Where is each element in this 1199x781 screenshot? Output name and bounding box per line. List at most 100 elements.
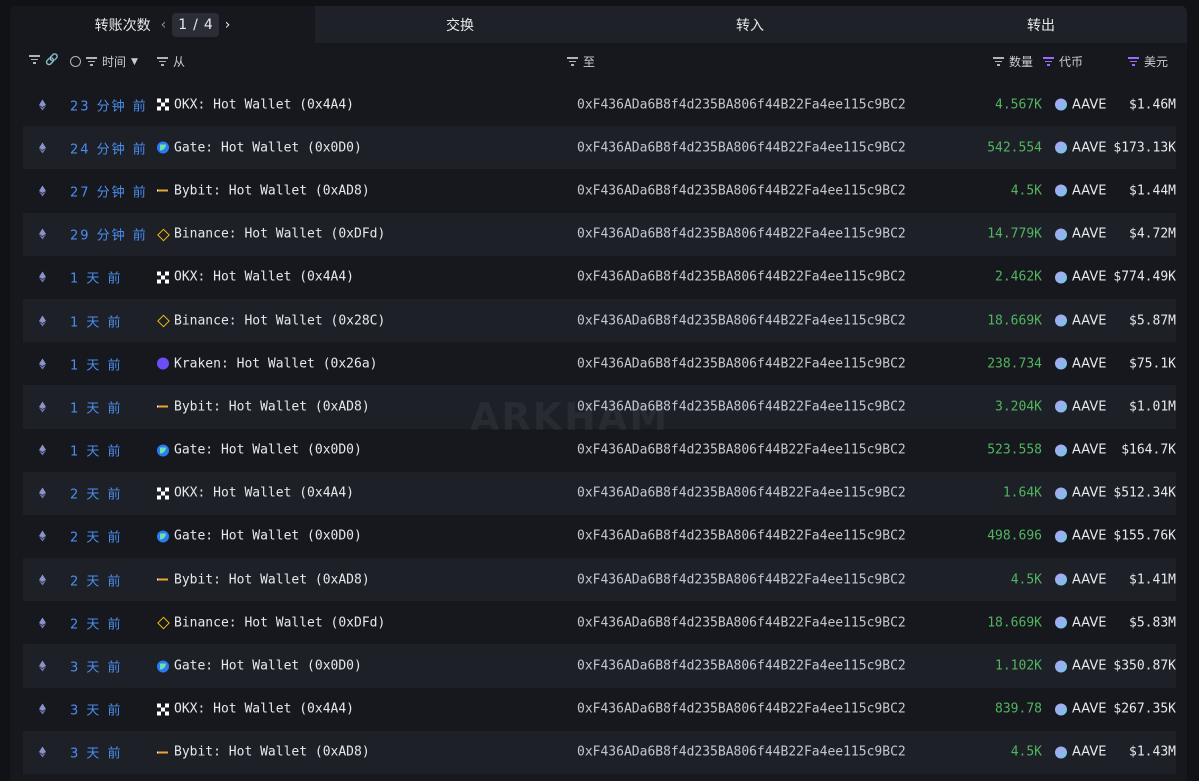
table-row[interactable]: 2 天 前 OKX: Hot Wallet (0x4A4) 0xF436ADa6… bbox=[23, 471, 1176, 515]
okx-icon bbox=[157, 98, 169, 111]
to-address[interactable]: 0xF436ADa6B8f4d235BA806f44B22Fa4ee115c9B… bbox=[577, 270, 906, 285]
chain-filter[interactable]: 🔗 bbox=[29, 53, 59, 66]
token-cell[interactable]: AAVE bbox=[1055, 702, 1106, 717]
tab-inflow[interactable]: 转入 bbox=[605, 6, 895, 43]
from-address[interactable]: Gate: Hot Wallet (0x0D0) bbox=[157, 529, 362, 544]
tab-swaps[interactable]: 交换 bbox=[315, 6, 605, 43]
table-row[interactable]: 3 天 前 Bybit: Hot Wallet (0xAD8) 0xF436AD… bbox=[23, 730, 1176, 774]
time-link[interactable]: 29 分钟 前 bbox=[70, 225, 148, 244]
table-row[interactable]: 1 天 前 Binance: Hot Wallet (0x28C) 0xF436… bbox=[23, 298, 1176, 343]
time-link[interactable]: 1 天 前 bbox=[70, 354, 123, 373]
table-row[interactable]: 1 天 前 Bybit: Hot Wallet (0xAD8) 0xF436AD… bbox=[23, 385, 1176, 429]
amount-value: 1.102K bbox=[995, 658, 1042, 674]
to-address[interactable]: 0xF436ADa6B8f4d235BA806f44B22Fa4ee115c9B… bbox=[577, 399, 906, 414]
table-row[interactable]: 23 分钟 前 OKX: Hot Wallet (0x4A4) 0xF436AD… bbox=[23, 83, 1176, 126]
chevron-left-icon[interactable]: ‹ bbox=[161, 17, 167, 33]
time-link[interactable]: 2 天 前 bbox=[70, 613, 123, 632]
time-link[interactable]: 2 天 前 bbox=[70, 484, 123, 503]
table-row[interactable]: 2 天 前 Bybit: Hot Wallet (0xAD8) 0xF436AD… bbox=[23, 558, 1176, 602]
from-address[interactable]: Bybit: Hot Wallet (0xAD8) bbox=[157, 183, 370, 198]
token-cell[interactable]: AAVE bbox=[1055, 529, 1106, 544]
to-address[interactable]: 0xF436ADa6B8f4d235BA806f44B22Fa4ee115c9B… bbox=[577, 183, 906, 198]
time-link[interactable]: 3 天 前 bbox=[70, 743, 123, 762]
time-link[interactable]: 2 天 前 bbox=[70, 570, 123, 589]
table-row[interactable]: 2 天 前 Gate: Hot Wallet (0x0D0) 0xF436ADa… bbox=[23, 515, 1176, 558]
table-row[interactable]: 3 天 前 Gate: Hot Wallet (0x0D0) 0xF436ADa… bbox=[23, 644, 1176, 688]
token-cell[interactable]: AAVE bbox=[1055, 572, 1106, 587]
time-link[interactable]: 2 天 前 bbox=[70, 527, 123, 546]
token-cell[interactable]: AAVE bbox=[1055, 659, 1106, 674]
to-address[interactable]: 0xF436ADa6B8f4d235BA806f44B22Fa4ee115c9B… bbox=[577, 529, 906, 544]
time-link[interactable]: 1 天 前 bbox=[70, 268, 123, 287]
tab-outflow[interactable]: 转出 bbox=[895, 6, 1187, 43]
from-address[interactable]: OKX: Hot Wallet (0x4A4) bbox=[157, 97, 354, 112]
to-address[interactable]: 0xF436ADa6B8f4d235BA806f44B22Fa4ee115c9B… bbox=[577, 615, 906, 630]
bybit-icon bbox=[157, 574, 169, 586]
from-address[interactable]: Gate: Hot Wallet (0x0D0) bbox=[157, 659, 362, 674]
to-address[interactable]: 0xF436ADa6B8f4d235BA806f44B22Fa4ee115c9B… bbox=[577, 659, 906, 674]
table-row[interactable]: 27 分钟 前 Bybit: Hot Wallet (0xAD8) 0xF436… bbox=[23, 169, 1176, 212]
time-link[interactable]: 1 天 前 bbox=[70, 311, 123, 330]
usd-column-header[interactable]: 美元 bbox=[1128, 53, 1168, 70]
to-address[interactable]: 0xF436ADa6B8f4d235BA806f44B22Fa4ee115c9B… bbox=[577, 356, 906, 371]
token-cell[interactable]: AAVE bbox=[1055, 745, 1106, 760]
table-row[interactable]: 1 天 前 Gate: Hot Wallet (0x0D0) 0xF436ADa… bbox=[23, 429, 1176, 472]
time-link[interactable]: 1 天 前 bbox=[70, 441, 123, 460]
from-address[interactable]: Kraken: Hot Wallet (0x26a) bbox=[157, 356, 378, 371]
from-address[interactable]: Binance: Hot Wallet (0x28C) bbox=[157, 313, 385, 328]
from-address[interactable]: Bybit: Hot Wallet (0xAD8) bbox=[157, 745, 370, 760]
usd-value: $155.76K bbox=[1113, 528, 1176, 544]
from-column-header[interactable]: 从 bbox=[157, 53, 185, 70]
time-link[interactable]: 27 分钟 前 bbox=[70, 181, 148, 200]
time-column-header[interactable]: 时间 ▼ bbox=[70, 53, 138, 70]
token-cell[interactable]: AAVE bbox=[1055, 615, 1106, 630]
table-row[interactable]: 24 分钟 前 Gate: Hot Wallet (0x0D0) 0xF436A… bbox=[23, 126, 1176, 170]
to-address[interactable]: 0xF436ADa6B8f4d235BA806f44B22Fa4ee115c9B… bbox=[577, 140, 906, 155]
time-link[interactable]: 23 分钟 前 bbox=[70, 95, 148, 114]
token-cell[interactable]: AAVE bbox=[1055, 227, 1106, 242]
from-address[interactable]: Bybit: Hot Wallet (0xAD8) bbox=[157, 399, 370, 414]
to-address[interactable]: 0xF436ADa6B8f4d235BA806f44B22Fa4ee115c9B… bbox=[577, 572, 906, 587]
from-address[interactable]: Binance: Hot Wallet (0xDFd) bbox=[157, 227, 385, 242]
table-row[interactable]: 1 天 前 Kraken: Hot Wallet (0x26a) 0xF436A… bbox=[23, 342, 1176, 385]
from-address[interactable]: Gate: Hot Wallet (0x0D0) bbox=[157, 140, 362, 155]
token-cell[interactable]: AAVE bbox=[1055, 140, 1106, 155]
to-address[interactable]: 0xF436ADa6B8f4d235BA806f44B22Fa4ee115c9B… bbox=[577, 745, 906, 760]
token-cell[interactable]: AAVE bbox=[1055, 313, 1106, 328]
time-link[interactable]: 3 天 前 bbox=[70, 657, 123, 676]
to-address[interactable]: 0xF436ADa6B8f4d235BA806f44B22Fa4ee115c9B… bbox=[577, 313, 906, 328]
time-link[interactable]: 3 天 前 bbox=[70, 700, 123, 719]
to-address[interactable]: 0xF436ADa6B8f4d235BA806f44B22Fa4ee115c9B… bbox=[577, 97, 906, 112]
token-cell[interactable]: AAVE bbox=[1055, 356, 1106, 371]
time-link[interactable]: 1 天 前 bbox=[70, 397, 123, 416]
token-cell[interactable]: AAVE bbox=[1055, 399, 1106, 414]
table-row[interactable]: 3 天 前 OKX: Hot Wallet (0x4A4) 0xF436ADa6… bbox=[23, 688, 1176, 731]
chevron-right-icon[interactable]: › bbox=[225, 17, 231, 33]
from-address[interactable]: OKX: Hot Wallet (0x4A4) bbox=[157, 270, 354, 285]
token-cell[interactable]: AAVE bbox=[1055, 443, 1106, 458]
token-cell[interactable]: AAVE bbox=[1055, 97, 1106, 112]
to-column-header[interactable]: 至 bbox=[567, 53, 595, 70]
token-cell[interactable]: AAVE bbox=[1055, 183, 1106, 198]
from-address[interactable]: Bybit: Hot Wallet (0xAD8) bbox=[157, 572, 370, 587]
to-address[interactable]: 0xF436ADa6B8f4d235BA806f44B22Fa4ee115c9B… bbox=[577, 227, 906, 242]
table-row[interactable]: 1 天 前 OKX: Hot Wallet (0x4A4) 0xF436ADa6… bbox=[23, 256, 1176, 299]
from-address[interactable]: OKX: Hot Wallet (0x4A4) bbox=[157, 486, 354, 501]
to-address[interactable]: 0xF436ADa6B8f4d235BA806f44B22Fa4ee115c9B… bbox=[577, 486, 906, 501]
to-address[interactable]: 0xF436ADa6B8f4d235BA806f44B22Fa4ee115c9B… bbox=[577, 443, 906, 458]
to-address[interactable]: 0xF436ADa6B8f4d235BA806f44B22Fa4ee115c9B… bbox=[577, 702, 906, 717]
time-link[interactable]: 24 分钟 前 bbox=[70, 138, 148, 157]
amount-column-header[interactable]: 数量 bbox=[993, 53, 1033, 70]
table-row[interactable]: 29 分钟 前 Binance: Hot Wallet (0xDFd) 0xF4… bbox=[23, 212, 1176, 256]
token-symbol: AAVE bbox=[1072, 701, 1107, 717]
table-row[interactable]: 2 天 前 Binance: Hot Wallet (0xDFd) 0xF436… bbox=[23, 601, 1176, 644]
token-cell[interactable]: AAVE bbox=[1055, 486, 1106, 501]
token-cell[interactable]: AAVE bbox=[1055, 270, 1106, 285]
tab-transfers[interactable]: 转账次数 ‹ 1 / 4 › bbox=[10, 6, 315, 43]
token-symbol: AAVE bbox=[1072, 572, 1107, 588]
from-address[interactable]: Binance: Hot Wallet (0xDFd) bbox=[157, 615, 385, 630]
token-column-header[interactable]: 代币 bbox=[1043, 53, 1083, 70]
okx-icon bbox=[157, 703, 169, 716]
from-address[interactable]: Gate: Hot Wallet (0x0D0) bbox=[157, 443, 362, 458]
from-address[interactable]: OKX: Hot Wallet (0x4A4) bbox=[157, 702, 354, 717]
